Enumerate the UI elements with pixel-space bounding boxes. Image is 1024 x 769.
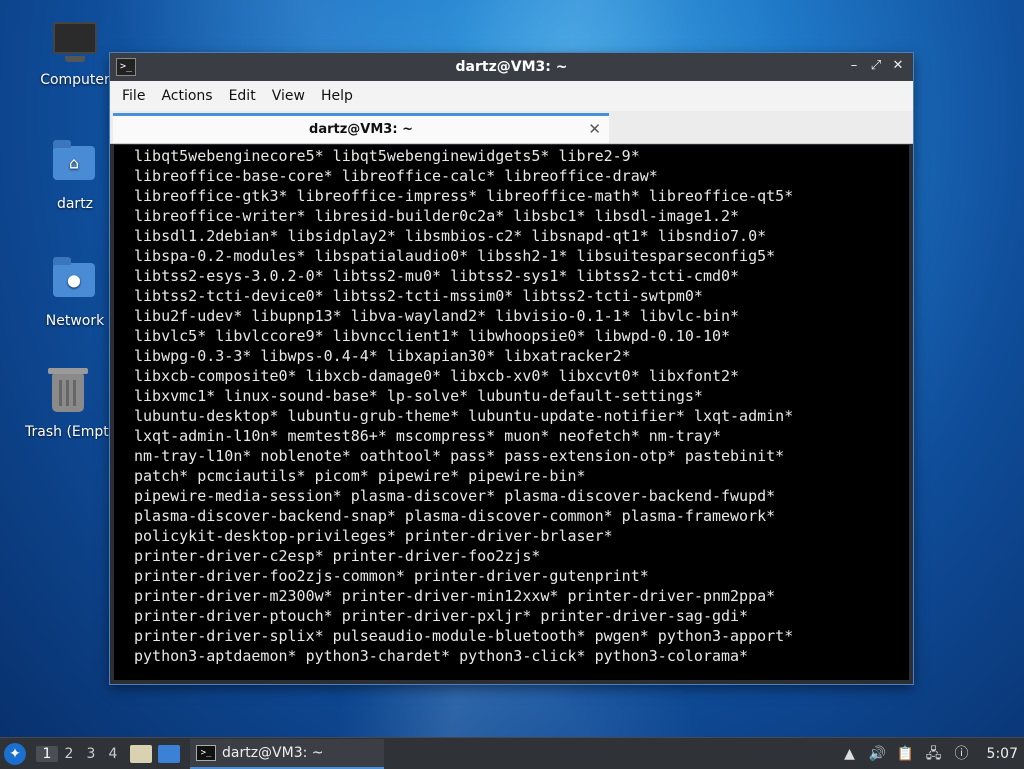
terminal-output[interactable]: libqt5webenginecore5* libqt5webenginewid… bbox=[114, 145, 909, 680]
terminal-line: libreoffice-writer* libresid-builder0c2a… bbox=[134, 207, 740, 225]
tray-expand-icon[interactable]: ▲ bbox=[841, 745, 859, 763]
terminal-line: libsdl1.2debian* libsidplay2* libsmbios-… bbox=[134, 227, 767, 245]
tab-label: dartz@VM3: ~ bbox=[309, 122, 413, 137]
terminal-line: libspa-0.2-modules* libspatialaudio0* li… bbox=[134, 247, 776, 265]
workspace-1[interactable]: 1 bbox=[36, 745, 58, 762]
terminal-line: printer-driver-m2300w* printer-driver-mi… bbox=[134, 587, 776, 605]
terminal-line: libwpg-0.3-3* libwps-0.4-4* libxapian30*… bbox=[134, 347, 631, 365]
menu-actions[interactable]: Actions bbox=[153, 88, 220, 104]
terminal-line: pipewire-media-session* plasma-discover*… bbox=[134, 487, 776, 505]
terminal-line: printer-driver-c2esp* printer-driver-foo… bbox=[134, 547, 541, 565]
terminal-line: patch* pcmciautils* picom* pipewire* pip… bbox=[134, 467, 586, 485]
terminal-line: libxcb-composite0* libxcb-damage0* libxc… bbox=[134, 367, 740, 385]
computer-icon bbox=[53, 22, 97, 66]
terminal-line: printer-driver-ptouch* printer-driver-px… bbox=[134, 607, 749, 625]
terminal-line: lubuntu-desktop* lubuntu-grub-theme* lub… bbox=[134, 407, 794, 425]
tab-bar: dartz@VM3: ~ ✕ bbox=[110, 111, 913, 144]
terminal-line: python3-aptdaemon* python3-chardet* pyth… bbox=[134, 647, 749, 665]
clock[interactable]: 5:07 bbox=[987, 746, 1018, 762]
terminal-icon: >_ bbox=[196, 744, 216, 761]
desktop-icon-trash[interactable]: Trash (Empty) bbox=[25, 368, 111, 440]
window-titlebar[interactable]: >_ dartz@VM3: ~ – ⤢ ✕ bbox=[110, 53, 913, 81]
network-icon[interactable]: 🖧 bbox=[925, 745, 943, 763]
clipboard-icon[interactable]: 📋 bbox=[897, 745, 915, 763]
network-folder-icon: ● bbox=[53, 257, 97, 307]
terminal-line: printer-driver-foo2zjs-common* printer-d… bbox=[134, 567, 649, 585]
menu-bar: File Actions Edit View Help bbox=[110, 81, 913, 111]
home-folder-icon: ⌂ bbox=[53, 140, 97, 190]
task-label: dartz@VM3: ~ bbox=[222, 744, 324, 761]
volume-icon[interactable]: 🔊 bbox=[869, 745, 887, 763]
terminal-line: libu2f-udev* libupnp13* libva-wayland2* … bbox=[134, 307, 740, 325]
menu-view[interactable]: View bbox=[264, 88, 313, 104]
update-notifier-icon[interactable]: ⓘ bbox=[953, 745, 971, 763]
terminal-line: libtss2-tcti-device0* libtss2-tcti-mssim… bbox=[134, 287, 703, 305]
workspace-4[interactable]: 4 bbox=[102, 746, 124, 762]
tab-terminal[interactable]: dartz@VM3: ~ ✕ bbox=[113, 113, 609, 143]
taskbar-task-terminal[interactable]: >_ dartz@VM3: ~ bbox=[190, 738, 384, 769]
system-tray: ▲ 🔊 📋 🖧 ⓘ 5:07 bbox=[841, 745, 1018, 763]
menu-edit[interactable]: Edit bbox=[221, 88, 264, 104]
terminal-line: libxvmc1* linux-sound-base* lp-solve* lu… bbox=[134, 387, 703, 405]
terminal-line: libreoffice-base-core* libreoffice-calc*… bbox=[134, 167, 658, 185]
terminal-line: libreoffice-gtk3* libreoffice-impress* l… bbox=[134, 187, 794, 205]
start-menu-button[interactable]: ✦ bbox=[4, 742, 26, 765]
terminal-line: policykit-desktop-privileges* printer-dr… bbox=[134, 527, 613, 545]
terminal-window: >_ dartz@VM3: ~ – ⤢ ✕ File Actions Edit … bbox=[110, 53, 913, 684]
taskbar: ✦ 1 2 3 4 >_ dartz@VM3: ~ ▲ 🔊 📋 🖧 ⓘ 5:07 bbox=[0, 737, 1024, 769]
close-button[interactable]: ✕ bbox=[889, 57, 907, 75]
tab-close-icon[interactable]: ✕ bbox=[588, 120, 601, 138]
terminal-line: libtss2-esys-3.0.2-0* libtss2-mu0* libts… bbox=[134, 267, 740, 285]
terminal-line: libvlc5* libvlccore9* libvncclient1* lib… bbox=[134, 327, 731, 345]
window-title: dartz@VM3: ~ bbox=[455, 59, 568, 75]
terminal-line: printer-driver-splix* pulseaudio-module-… bbox=[134, 627, 794, 645]
minimize-button[interactable]: – bbox=[845, 57, 863, 75]
maximize-button[interactable]: ⤢ bbox=[867, 57, 885, 75]
show-desktop-icon[interactable] bbox=[158, 744, 180, 763]
desktop-icon-label: Trash (Empty) bbox=[25, 424, 111, 440]
trash-icon bbox=[46, 368, 90, 418]
terminal-line: libqt5webenginecore5* libqt5webenginewid… bbox=[134, 147, 640, 165]
workspace-3[interactable]: 3 bbox=[80, 746, 102, 762]
terminal-line: nm-tray-l10n* noblenote* oathtool* pass*… bbox=[134, 447, 785, 465]
workspace-2[interactable]: 2 bbox=[58, 746, 80, 762]
menu-file[interactable]: File bbox=[114, 88, 153, 104]
terminal-line: plasma-discover-backend-snap* plasma-dis… bbox=[134, 507, 776, 525]
file-manager-launcher-icon[interactable] bbox=[130, 744, 152, 763]
menu-help[interactable]: Help bbox=[313, 88, 361, 104]
terminal-line: lxqt-admin-l10n* memtest86+* mscompress*… bbox=[134, 427, 721, 445]
